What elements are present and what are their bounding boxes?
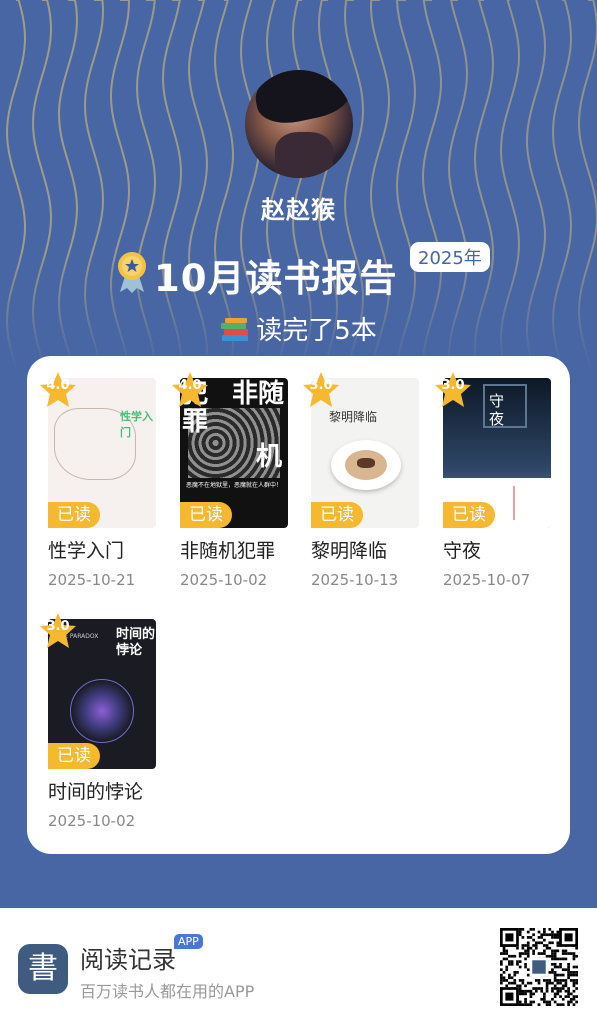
book-rating: 3.0	[441, 378, 465, 393]
book-date: 2025-10-02	[48, 812, 136, 830]
book-title[interactable]: 性学入门	[48, 536, 124, 563]
book-title[interactable]: 黎明降临	[311, 536, 387, 563]
cover-text: 机	[256, 442, 283, 472]
medal-icon	[118, 252, 146, 293]
cover-text: 时间的 悖论	[116, 627, 156, 658]
book-title[interactable]: 非随机犯罪	[180, 536, 275, 563]
read-status-tag: 已读	[443, 502, 495, 528]
year-badge[interactable]: 2025年	[410, 242, 490, 272]
cover-text: 黎明降临	[329, 410, 378, 424]
read-status-tag: 已读	[311, 502, 363, 528]
cover-text: 恶魔不在地狱里，恶魔就在人群中！	[186, 482, 283, 489]
read-status-tag: 已读	[48, 743, 100, 769]
profile-header: 赵赵猴	[0, 70, 597, 225]
cover-text: 守夜	[489, 392, 505, 428]
book-rating: 4.0	[178, 378, 202, 393]
report-title: 10月读书报告	[154, 257, 398, 300]
read-status-tag: 已读	[48, 502, 100, 528]
books-card: 性学入门 4.0 已读 性学入门 2025-10-21 非随 机 犯罪 恶魔不在…	[27, 356, 570, 854]
book-date: 2025-10-07	[443, 571, 531, 589]
book-date: 2025-10-13	[311, 571, 399, 589]
book-rating: 4.0	[46, 378, 70, 393]
qr-code[interactable]	[500, 928, 578, 1006]
avatar[interactable]	[244, 70, 353, 178]
book-rating: 3.0	[46, 619, 70, 634]
app-slogan: 百万读书人都在用的APP	[80, 982, 255, 1001]
books-finished-summary: 读完了5本	[0, 310, 597, 347]
books-icon	[221, 318, 249, 341]
book-date: 2025-10-02	[180, 571, 268, 589]
book-date: 2025-10-21	[48, 571, 136, 589]
app-logo: 書	[18, 944, 68, 994]
report-header: 10月读书报告 2025年	[0, 242, 597, 302]
book-title[interactable]: 守夜	[443, 536, 481, 563]
footer: 書 阅读记录 APP 百万读书人都在用的APP	[0, 908, 597, 1024]
book-title[interactable]: 时间的悖论	[48, 777, 143, 804]
username: 赵赵猴	[261, 196, 336, 224]
books-finished-text: 读完了5本	[256, 316, 377, 346]
app-badge: APP	[174, 934, 203, 949]
read-status-tag: 已读	[180, 502, 232, 528]
cover-text: 非随	[232, 379, 285, 409]
app-name: 阅读记录	[80, 946, 176, 974]
book-rating: 3.0	[309, 378, 333, 393]
cover-text: 性学入门	[120, 410, 153, 439]
